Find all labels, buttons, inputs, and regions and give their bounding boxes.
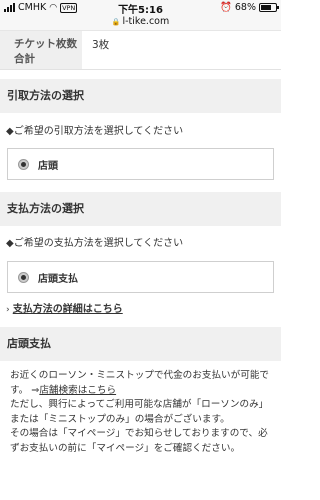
alarm-icon: ⏰ bbox=[220, 2, 232, 13]
store-payment-line2: ただし、興行によってご利用可能な店舗が「ローソンのみ」または「ミニストップのみ」… bbox=[10, 399, 269, 425]
store-payment-line3: その場合は「マイページ」でお知らせしておりますので、必ずお支払いの前に「マイペー… bbox=[10, 428, 268, 454]
store-payment-header: 店頭支払 bbox=[0, 327, 281, 361]
payment-option-store[interactable]: 店頭支払 bbox=[7, 261, 274, 293]
battery-fill bbox=[261, 5, 271, 10]
ticket-total-label: チケット枚数合計 bbox=[0, 31, 82, 69]
store-payment-line1: お近くのローソン・ミニストップで代金のお支払いが可能です。 ⇒店舗検索はこちら bbox=[10, 370, 270, 396]
radio-selected-icon[interactable] bbox=[18, 158, 29, 170]
pickup-section-header: 引取方法の選択 bbox=[0, 79, 281, 113]
ticket-total-row: チケット枚数合計 3枚 bbox=[0, 31, 281, 70]
store-search-link[interactable]: 店舗検索はこちら bbox=[39, 385, 116, 396]
radio-selected-icon[interactable] bbox=[18, 271, 29, 283]
store-payment-description: お近くのローソン・ミニストップで代金のお支払いが可能です。 ⇒店舗検索はこちら … bbox=[0, 369, 281, 456]
status-bar: CMHK ◠ VPN 下午5:16 ⏰ 68% bbox=[0, 0, 281, 16]
payment-instruction: ◆ご希望の支払方法を選択してください bbox=[6, 238, 184, 249]
payment-detail-link[interactable]: › 支払方法の詳細はこちら bbox=[0, 299, 281, 321]
ticket-total-value: 3枚 bbox=[92, 39, 110, 51]
url-text: l-tike.com bbox=[122, 16, 170, 27]
lock-icon: 🔒 bbox=[111, 18, 121, 26]
pickup-option-label: 店頭 bbox=[38, 160, 58, 172]
pickup-option-store[interactable]: 店頭 bbox=[7, 148, 274, 180]
battery-icon bbox=[259, 3, 279, 12]
payment-section-header: 支払方法の選択 bbox=[0, 192, 281, 226]
payment-option-label: 店頭支払 bbox=[38, 273, 78, 285]
battery-percent: 68% bbox=[234, 2, 256, 13]
status-right: ⏰ 68% bbox=[220, 2, 279, 13]
pickup-instruction: ◆ご希望の引取方法を選択してください bbox=[6, 126, 184, 137]
chevron-right-icon: › bbox=[6, 305, 10, 315]
url-bar[interactable]: 🔒 l-tike.com bbox=[0, 16, 281, 31]
